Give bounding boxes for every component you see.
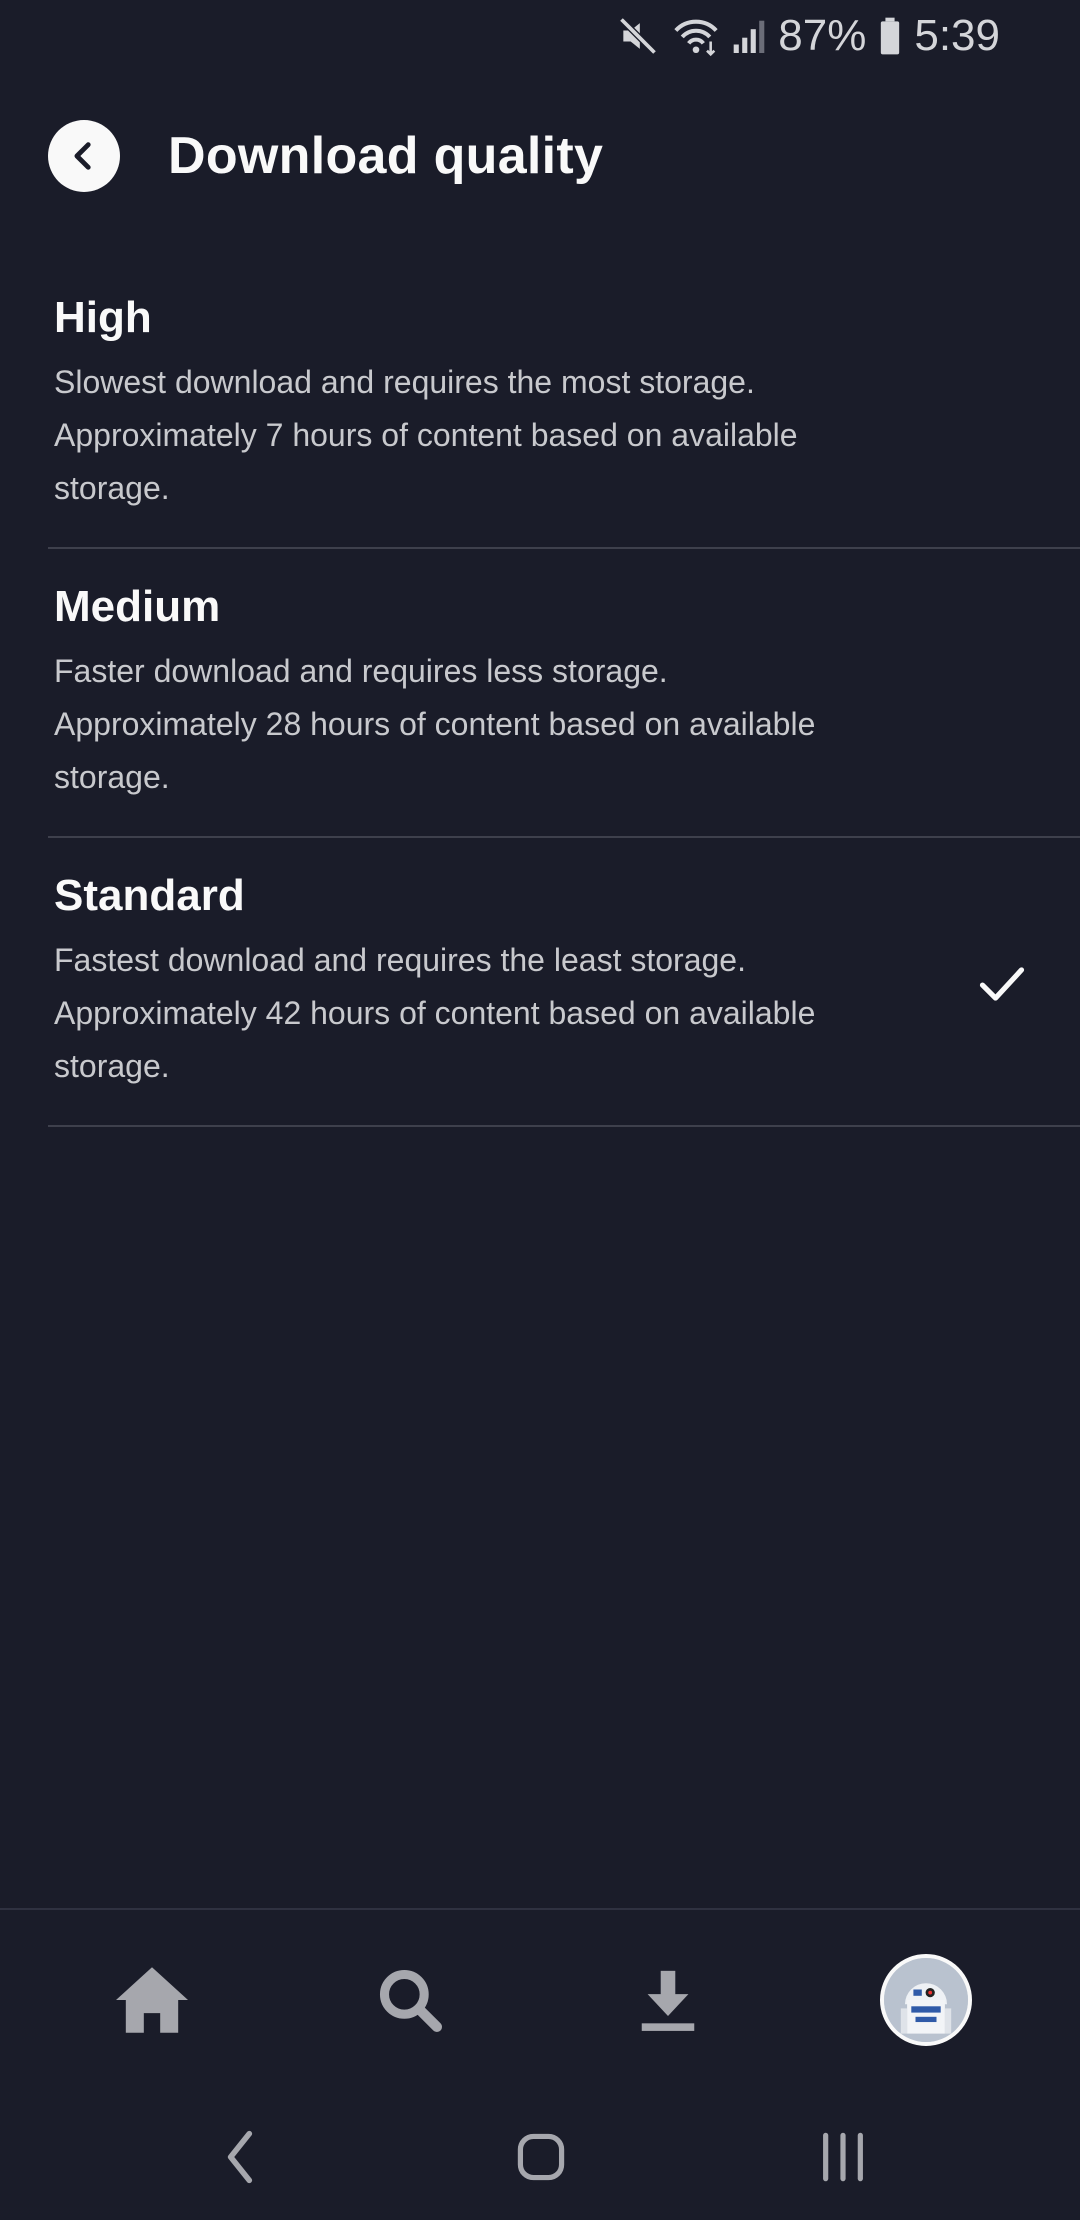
battery-percent: 87% <box>778 11 867 60</box>
option-title: Standard <box>54 871 245 920</box>
nav-home-button[interactable] <box>92 1940 212 2060</box>
profile-avatar <box>880 1954 972 2046</box>
battery-icon <box>878 14 902 58</box>
system-recents-button[interactable] <box>798 2112 888 2202</box>
back-icon <box>227 2130 253 2184</box>
page-title: Download quality <box>168 127 604 185</box>
system-nav-bar <box>0 2090 1080 2220</box>
option-description: Slowest download and requires the most s… <box>54 356 954 515</box>
option-desc-line: storage. <box>54 470 170 506</box>
app-screen: 87% 5:39 Download quality High Slowest d… <box>0 0 1080 2220</box>
option-desc-line: Approximately 42 hours of content based … <box>54 995 816 1031</box>
home-icon <box>116 1967 188 2033</box>
back-button[interactable] <box>48 120 120 192</box>
option-desc-line: Approximately 7 hours of content based o… <box>54 417 798 453</box>
nav-downloads-button[interactable] <box>608 1940 728 2060</box>
wifi-icon <box>672 14 720 58</box>
option-desc-line: Fastest download and requires the least … <box>54 942 746 978</box>
search-icon <box>379 1969 443 2033</box>
option-description: Fastest download and requires the least … <box>54 934 954 1093</box>
system-home-button[interactable] <box>496 2112 586 2202</box>
option-desc-line: Slowest download and requires the most s… <box>54 364 755 400</box>
option-high[interactable]: High Slowest download and requires the m… <box>48 260 1080 549</box>
bottom-nav-bar <box>0 1908 1080 2090</box>
option-desc-line: storage. <box>54 759 170 795</box>
status-bar: 87% 5:39 <box>0 0 1080 72</box>
option-description: Faster download and requires less storag… <box>54 645 954 804</box>
option-desc-line: storage. <box>54 1048 170 1084</box>
page-header: Download quality <box>48 114 1032 198</box>
clock: 5:39 <box>914 11 1000 60</box>
quality-options-list: High Slowest download and requires the m… <box>48 260 1080 1127</box>
option-title: Medium <box>54 582 221 631</box>
mute-icon <box>616 14 660 58</box>
status-icons: 87% 5:39 <box>616 8 1000 64</box>
robot-avatar-icon <box>884 1958 968 2042</box>
option-title: High <box>54 293 152 342</box>
option-medium[interactable]: Medium Faster download and requires less… <box>48 549 1080 838</box>
back-arrow-icon <box>74 142 91 170</box>
option-desc-line: Approximately 28 hours of content based … <box>54 706 816 742</box>
nav-search-button[interactable] <box>350 1940 470 2060</box>
signal-icon <box>732 14 766 58</box>
recents-icon <box>823 2132 863 2182</box>
system-back-button[interactable] <box>195 2112 285 2202</box>
option-standard[interactable]: Standard Fastest download and requires t… <box>48 838 1080 1127</box>
home-icon <box>517 2133 565 2181</box>
option-desc-line: Faster download and requires less storag… <box>54 653 668 689</box>
checkmark-icon <box>979 967 1025 1001</box>
download-icon <box>641 1970 695 2031</box>
nav-profile-button[interactable] <box>866 1940 986 2060</box>
